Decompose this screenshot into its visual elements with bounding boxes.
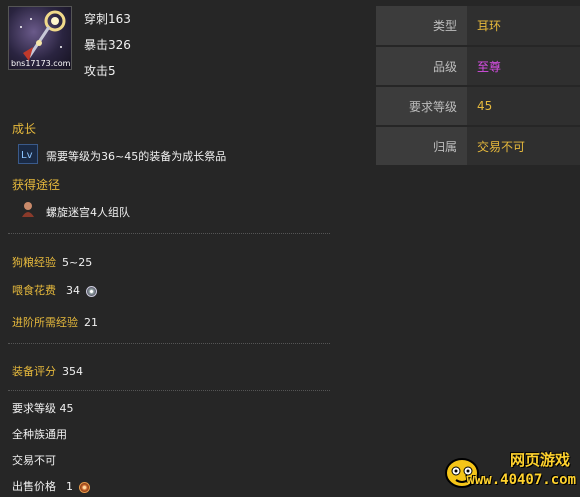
info-row-type: 类型 耳环: [376, 6, 580, 47]
info-key: 要求等级: [376, 86, 467, 127]
stat-attack: 攻击5: [84, 64, 116, 78]
info-key: 类型: [376, 6, 467, 47]
feed-value: 34: [66, 284, 80, 297]
feed-label: 喂食花费: [12, 284, 56, 297]
info-value: 45: [467, 86, 580, 127]
growth-text: 需要等级为36~45的装备为成长祭品: [46, 150, 227, 163]
price-value: 1: [66, 480, 73, 493]
dungeon-icon: [18, 199, 38, 219]
source-text: 螺旋迷宫4人组队: [46, 206, 130, 219]
info-row-grade: 品级 至尊: [376, 46, 580, 87]
info-value: 耳环: [467, 6, 580, 47]
info-value: 交易不可: [467, 126, 580, 167]
silver-coin-icon: [86, 285, 97, 297]
info-key: 归属: [376, 126, 467, 167]
divider: [8, 390, 330, 391]
divider: [8, 233, 330, 234]
advance-exp-row: 进阶所需经验 21: [12, 314, 98, 330]
price-label: 出售价格: [12, 480, 56, 493]
exp-value: 5~25: [62, 256, 93, 269]
score-label: 装备评分: [12, 365, 56, 378]
exp-row: 狗粮经验 5~25: [12, 254, 92, 270]
req-trade: 交易不可: [12, 454, 56, 467]
site-watermark-logo: 网页游戏 www.40407.com: [440, 445, 580, 497]
stat-pierce: 穿刺163: [84, 12, 131, 26]
feed-cost-row: 喂食花费 34: [12, 282, 97, 298]
divider: [8, 343, 330, 344]
copper-coin-icon: [79, 481, 90, 493]
exp-label: 狗粮经验: [12, 256, 56, 269]
score-value: 354: [62, 365, 83, 378]
info-value: 至尊: [467, 46, 580, 87]
stat-crit: 暴击326: [84, 38, 131, 52]
growth-title: 成长: [12, 122, 37, 136]
logo-line1: 网页游戏: [509, 451, 570, 469]
logo-line2: www.40407.com: [466, 472, 576, 488]
svg-text:Lv: Lv: [21, 150, 33, 161]
advance-value: 21: [84, 316, 98, 329]
source-title: 获得途径: [12, 178, 61, 192]
info-row-level: 要求等级 45: [376, 86, 580, 127]
req-race: 全种族通用: [12, 428, 67, 441]
growth-icon: Lv: [18, 144, 38, 164]
item-info-table: 类型 耳环 品级 至尊 要求等级 45 归属 交易不可: [376, 6, 580, 167]
info-key: 品级: [376, 46, 467, 87]
icon-watermark: bns17173.com: [11, 59, 71, 68]
item-ring-icon: bns17173.com: [8, 6, 72, 70]
req-level: 要求等级 45: [12, 402, 74, 415]
info-row-binding: 归属 交易不可: [376, 126, 580, 167]
score-row: 装备评分 354: [12, 363, 83, 379]
sell-price-row: 出售价格 1: [12, 478, 90, 494]
advance-label: 进阶所需经验: [12, 316, 78, 329]
